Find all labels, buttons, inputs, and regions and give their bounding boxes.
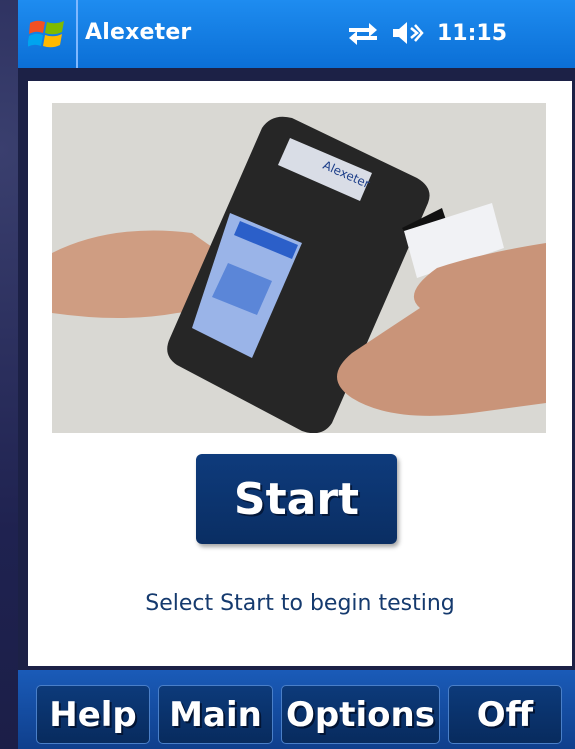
connectivity-icon[interactable] (347, 20, 379, 46)
clock-time[interactable]: 11:15 (437, 21, 507, 46)
title-bar: Alexeter 11:15 (18, 0, 575, 68)
main-content: Alexeter Start Select Start to begin tes… (28, 81, 572, 666)
menu-bar: Help Main Options Off (18, 670, 575, 749)
off-button[interactable]: Off (448, 685, 562, 744)
device-photo: Alexeter (52, 103, 546, 434)
options-button[interactable]: Options (281, 685, 440, 744)
app-title: Alexeter (85, 20, 192, 45)
start-button[interactable]: Start (196, 454, 397, 544)
speaker-muted-icon[interactable] (391, 20, 425, 46)
status-area[interactable]: 11:15 (347, 20, 507, 46)
main-button[interactable]: Main (158, 685, 273, 744)
instruction-text: Select Start to begin testing (145, 591, 455, 616)
windows-start-icon[interactable] (18, 0, 78, 68)
help-button[interactable]: Help (36, 685, 150, 744)
